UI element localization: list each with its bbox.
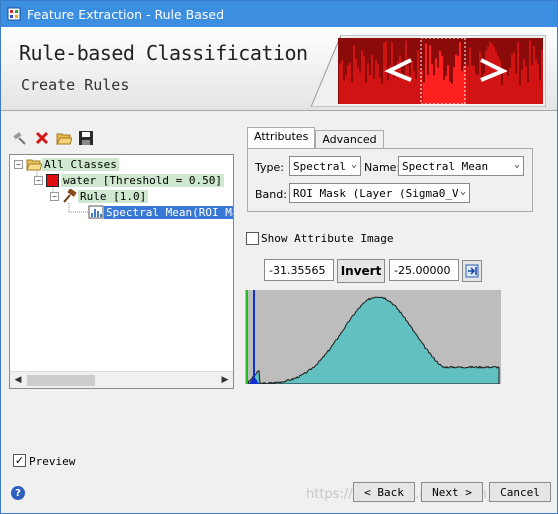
set-range-button[interactable] — [462, 260, 482, 282]
back-button[interactable]: < Back — [353, 482, 415, 502]
rule-toolbar — [11, 129, 95, 147]
band-dropdown[interactable]: ROI Mask (Layer (Sigma0_VH ⌄ — [289, 183, 470, 203]
open-button[interactable] — [55, 129, 73, 147]
title-bar[interactable]: Feature Extraction - Rule Based — [1, 1, 557, 27]
rule-tree[interactable]: − All Classes − water [Threshold = 0.50]… — [9, 154, 234, 389]
save-icon — [79, 131, 93, 145]
attributes-panel: Type: Spectral ⌄ Name: Spectral Mean ⌄ B… — [247, 148, 533, 212]
tab-strip: Attributes Advanced — [247, 127, 384, 149]
chevron-down-icon: ⌄ — [350, 159, 357, 170]
name-value: Spectral Mean — [402, 159, 489, 173]
gavel-icon — [63, 189, 77, 203]
preview-label: Preview — [29, 455, 76, 468]
chevron-down-icon: ⌄ — [513, 159, 520, 170]
attribute-histogram[interactable] — [245, 290, 501, 384]
horizontal-scrollbar[interactable]: ◀ ▶ — [10, 371, 233, 388]
collapse-toggle[interactable]: − — [50, 191, 59, 201]
delete-icon — [35, 131, 49, 145]
type-value: Spectral — [293, 159, 346, 173]
band-label: Band: — [255, 188, 287, 201]
scroll-right-icon[interactable]: ▶ — [220, 375, 230, 385]
add-rule-icon — [13, 132, 26, 145]
feature-extraction-window: Feature Extraction - Rule Based Rule-bas… — [0, 0, 558, 514]
show-attribute-image-label: Show Attribute Image — [261, 232, 394, 245]
help-icon[interactable]: ? — [11, 486, 25, 500]
tree-item-class-water[interactable]: − water [Threshold = 0.50] — [34, 172, 224, 188]
histogram-icon — [88, 205, 104, 219]
tree-item-label: Rule [1.0] — [78, 189, 149, 203]
banner-subheading: Create Rules — [21, 76, 130, 94]
banner-heading: Rule-based Classification — [19, 41, 308, 65]
open-folder-icon — [56, 133, 72, 145]
delete-button[interactable] — [33, 129, 51, 147]
range-arrow-icon — [465, 264, 479, 278]
tree-item-label: water [Threshold = 0.50] — [61, 173, 224, 187]
class-color-swatch — [46, 173, 59, 187]
tree-item-all-classes[interactable]: − All Classes — [14, 156, 119, 172]
tree-item-attribute[interactable]: Spectral Mean(ROI Mas — [88, 204, 233, 220]
tree-item-label: All Classes — [42, 157, 119, 171]
collapse-toggle[interactable]: − — [14, 159, 23, 169]
scroll-left-icon[interactable]: ◀ — [13, 375, 23, 385]
name-dropdown[interactable]: Spectral Mean ⌄ — [398, 156, 524, 176]
app-icon — [7, 7, 21, 21]
invert-button[interactable]: Invert — [337, 259, 385, 283]
name-label: Name: — [364, 161, 401, 174]
add-rule-button[interactable] — [11, 129, 29, 147]
type-dropdown[interactable]: Spectral ⌄ — [289, 156, 361, 176]
tree-item-label: Spectral Mean(ROI Mas — [104, 205, 233, 219]
threshold-max-field[interactable]: -25.00000 — [389, 259, 459, 281]
next-button[interactable]: Next > — [421, 482, 483, 502]
type-label: Type: — [255, 161, 284, 174]
preview-checkbox[interactable]: ✓ — [13, 454, 26, 467]
collapse-toggle[interactable]: − — [34, 175, 43, 185]
header-banner: Rule-based Classification Create Rules — [1, 27, 557, 111]
tab-advanced[interactable]: Advanced — [315, 130, 384, 149]
tab-attributes[interactable]: Attributes — [247, 127, 316, 149]
save-button[interactable] — [77, 129, 95, 147]
folder-icon — [26, 159, 42, 171]
tree-item-rule[interactable]: − Rule [1.0] — [50, 188, 149, 204]
threshold-min-field[interactable]: -31.35565 — [264, 259, 334, 281]
chevron-down-icon: ⌄ — [457, 186, 466, 197]
histogram-banner-graphic — [311, 35, 546, 107]
window-title: Feature Extraction - Rule Based — [27, 6, 225, 22]
band-value: ROI Mask (Layer (Sigma0_VH — [293, 186, 466, 200]
cancel-button[interactable]: Cancel — [489, 482, 551, 502]
show-attribute-image-checkbox[interactable] — [246, 232, 259, 245]
scrollbar-thumb[interactable] — [27, 375, 95, 386]
